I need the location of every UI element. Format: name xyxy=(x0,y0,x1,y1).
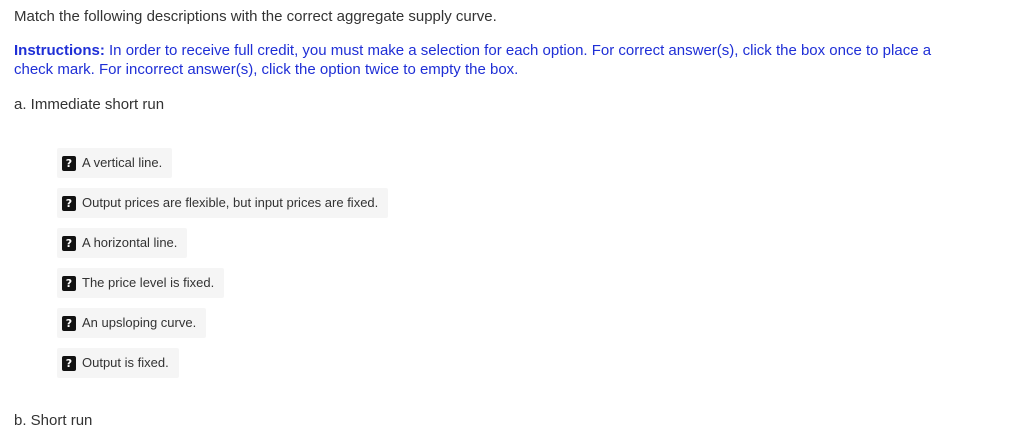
part-a-label: a. Immediate short run xyxy=(14,96,165,113)
question-mark-icon[interactable]: ? xyxy=(62,235,76,251)
option-label: Output is fixed. xyxy=(82,355,169,370)
question-mark-icon[interactable]: ? xyxy=(62,155,76,171)
question-mark-icon[interactable]: ? xyxy=(62,195,76,211)
option-output-fixed[interactable]: ? Output is fixed. xyxy=(57,348,179,378)
option-horizontal-line[interactable]: ? A horizontal line. xyxy=(57,228,188,258)
option-label: A horizontal line. xyxy=(82,235,178,250)
instructions-lead: Instructions: xyxy=(14,42,105,59)
question-prompt: Match the following descriptions with th… xyxy=(14,8,497,25)
option-label: A vertical line. xyxy=(82,155,163,170)
question-mark-icon[interactable]: ? xyxy=(62,315,76,331)
instructions-text: Instructions: In order to receive full c… xyxy=(14,41,974,79)
option-list: ? A vertical line. ? Output prices are f… xyxy=(57,148,389,388)
option-label: An upsloping curve. xyxy=(82,315,197,330)
option-output-prices-flexible[interactable]: ? Output prices are flexible, but input … xyxy=(57,188,389,218)
question-mark-icon[interactable]: ? xyxy=(62,355,76,371)
option-vertical-line[interactable]: ? A vertical line. xyxy=(57,148,173,178)
instructions-body: In order to receive full credit, you mus… xyxy=(14,42,932,78)
part-b-label: b. Short run xyxy=(14,412,93,429)
option-label: Output prices are flexible, but input pr… xyxy=(82,195,379,210)
option-label: The price level is fixed. xyxy=(82,275,215,290)
option-upsloping-curve[interactable]: ? An upsloping curve. xyxy=(57,308,207,338)
question-mark-icon[interactable]: ? xyxy=(62,275,76,291)
option-price-level-fixed[interactable]: ? The price level is fixed. xyxy=(57,268,225,298)
